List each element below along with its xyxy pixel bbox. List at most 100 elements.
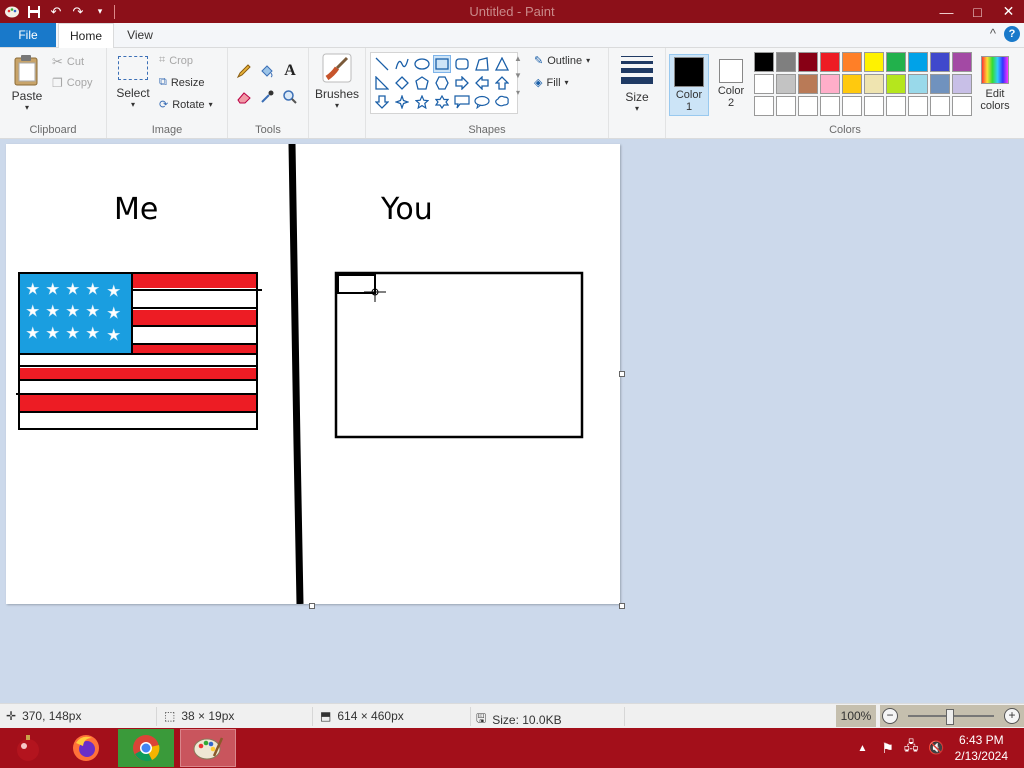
paste-button[interactable]: Paste ▾ <box>8 54 46 112</box>
palette-color-swatch[interactable] <box>820 52 840 72</box>
palette-color-swatch[interactable] <box>952 52 972 72</box>
select-button[interactable]: Select ▾ <box>113 54 153 109</box>
volume-muted-icon[interactable]: 🔇 <box>928 740 944 756</box>
palette-color-swatch[interactable] <box>754 74 774 94</box>
polygon-shape-icon[interactable] <box>473 55 491 73</box>
left-arrow-shape-icon[interactable] <box>473 74 491 92</box>
cloud-callout-shape-icon[interactable] <box>493 93 511 111</box>
edit-colors-button[interactable]: Edit colors <box>972 54 1018 112</box>
size-button[interactable]: Size ▾ <box>617 54 657 113</box>
help-icon[interactable]: ? <box>1004 26 1020 42</box>
rect-callout-shape-icon[interactable] <box>453 93 471 111</box>
rotate-button[interactable]: ⟳ Rotate ▾ <box>159 98 213 112</box>
palette-color-swatch[interactable] <box>820 96 840 116</box>
start-button[interactable] <box>0 729 56 767</box>
action-center-flag-icon[interactable]: ⚑ <box>881 740 894 757</box>
tab-file[interactable]: File <box>0 23 56 47</box>
palette-color-swatch[interactable] <box>930 52 950 72</box>
color2-button[interactable]: Color 2 <box>711 54 751 116</box>
hexagon-shape-icon[interactable] <box>433 74 451 92</box>
show-hidden-icons-icon[interactable]: ▲ <box>857 743 867 754</box>
palette-color-swatch[interactable] <box>930 96 950 116</box>
color1-button[interactable]: Color 1 <box>669 54 709 116</box>
diamond-shape-icon[interactable] <box>393 74 411 92</box>
network-icon[interactable]: 🖧 <box>904 737 919 759</box>
zoom-slider[interactable]: − + <box>880 705 1024 727</box>
palette-color-swatch[interactable] <box>776 52 796 72</box>
palette-color-swatch[interactable] <box>864 96 884 116</box>
oval-shape-icon[interactable] <box>413 55 431 73</box>
palette-color-swatch[interactable] <box>842 74 862 94</box>
close-button[interactable]: ✕ <box>993 0 1024 23</box>
line-shape-icon[interactable] <box>373 55 391 73</box>
palette-color-swatch[interactable] <box>754 52 774 72</box>
tab-home[interactable]: Home <box>58 23 114 48</box>
palette-color-swatch[interactable] <box>842 96 862 116</box>
crop-button[interactable]: ⌗ Crop <box>159 54 193 67</box>
palette-color-swatch[interactable] <box>952 74 972 94</box>
drawing-canvas[interactable]: Me You ★ ★ ★ ★ ★ ★ ★ ★ ★ ★ ★ ★ ★ ★ ★ <box>6 143 620 605</box>
pencil-icon[interactable] <box>235 62 253 80</box>
resize-handle-bottom[interactable] <box>309 603 315 609</box>
palette-color-swatch[interactable] <box>776 74 796 94</box>
firefox-taskbar-button[interactable] <box>58 729 114 767</box>
six-point-star-shape-icon[interactable] <box>433 93 451 111</box>
collapse-ribbon-icon[interactable]: ^ <box>990 26 996 42</box>
four-point-star-shape-icon[interactable] <box>393 93 411 111</box>
palette-color-swatch[interactable] <box>798 74 818 94</box>
palette-color-swatch[interactable] <box>842 52 862 72</box>
expand-gallery-icon[interactable]: ▾ <box>516 88 520 97</box>
up-arrow-shape-icon[interactable] <box>493 74 511 92</box>
select-dropdown-icon[interactable]: ▾ <box>113 100 153 109</box>
scroll-down-icon[interactable]: ▼ <box>514 71 522 80</box>
eraser-icon[interactable] <box>235 88 253 106</box>
tab-view[interactable]: View <box>114 23 166 47</box>
pentagon-shape-icon[interactable] <box>413 74 431 92</box>
right-triangle-shape-icon[interactable] <box>373 74 391 92</box>
brushes-button[interactable]: Brushes ▾ <box>315 52 359 110</box>
palette-color-swatch[interactable] <box>908 74 928 94</box>
paste-dropdown-icon[interactable]: ▾ <box>8 103 46 112</box>
palette-color-swatch[interactable] <box>952 96 972 116</box>
minimize-button[interactable]: — <box>931 0 962 23</box>
resize-button[interactable]: ⧉ Resize <box>159 76 204 89</box>
palette-color-swatch[interactable] <box>908 52 928 72</box>
palette-color-swatch[interactable] <box>930 74 950 94</box>
palette-color-swatch[interactable] <box>886 74 906 94</box>
scroll-up-icon[interactable]: ▲ <box>514 54 522 63</box>
palette-color-swatch[interactable] <box>886 96 906 116</box>
chrome-taskbar-button[interactable] <box>118 729 174 767</box>
resize-handle-right[interactable] <box>619 371 625 377</box>
five-point-star-shape-icon[interactable] <box>413 93 431 111</box>
paint-taskbar-button[interactable] <box>180 729 236 767</box>
shapes-scroll[interactable]: ▲ ▼ ▾ <box>514 54 522 97</box>
brushes-dropdown-icon[interactable]: ▾ <box>315 101 359 110</box>
copy-button[interactable]: ❐ Copy <box>52 76 92 90</box>
palette-color-swatch[interactable] <box>820 74 840 94</box>
size-dropdown-icon[interactable]: ▾ <box>617 104 657 113</box>
color-picker-icon[interactable] <box>258 88 276 106</box>
palette-color-swatch[interactable] <box>798 52 818 72</box>
palette-color-swatch[interactable] <box>754 96 774 116</box>
maximize-button[interactable]: □ <box>962 0 993 23</box>
zoom-thumb[interactable] <box>946 709 954 725</box>
palette-color-swatch[interactable] <box>776 96 796 116</box>
resize-handle-corner[interactable] <box>619 603 625 609</box>
fill-button[interactable]: ◈ Fill ▾ <box>534 76 569 90</box>
palette-color-swatch[interactable] <box>864 74 884 94</box>
magnifier-icon[interactable] <box>281 88 299 106</box>
text-tool-icon[interactable]: A <box>281 62 299 80</box>
down-arrow-shape-icon[interactable] <box>373 93 391 111</box>
cut-button[interactable]: ✂ Cut <box>52 54 84 70</box>
clock[interactable]: 6:43 PM 2/13/2024 <box>955 732 1008 764</box>
palette-color-swatch[interactable] <box>886 52 906 72</box>
curve-shape-icon[interactable] <box>393 55 411 73</box>
oval-callout-shape-icon[interactable] <box>473 93 491 111</box>
rounded-rectangle-shape-icon[interactable] <box>453 55 471 73</box>
palette-color-swatch[interactable] <box>864 52 884 72</box>
palette-color-swatch[interactable] <box>798 96 818 116</box>
fill-bucket-icon[interactable] <box>258 62 276 80</box>
triangle-shape-icon[interactable] <box>493 55 511 73</box>
zoom-in-icon[interactable]: + <box>1004 708 1020 724</box>
zoom-out-icon[interactable]: − <box>882 708 898 724</box>
